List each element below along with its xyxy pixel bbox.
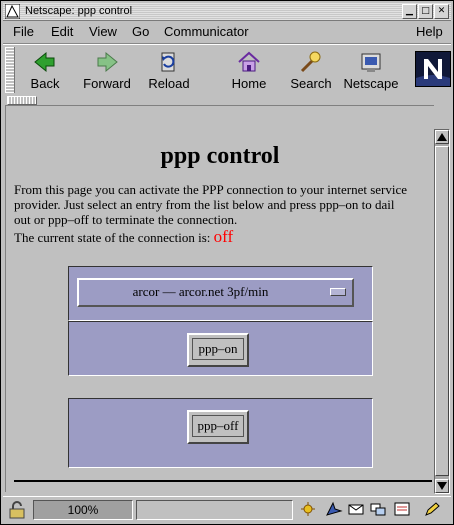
ppp-off-label: ppp–off — [192, 415, 244, 437]
window-title: Netscape: ppp control — [25, 5, 133, 17]
provider-select[interactable]: arcor –– arcor.net 3pf/min — [77, 278, 354, 307]
netscape-app-icon[interactable] — [5, 4, 20, 19]
menu-edit[interactable]: Edit — [51, 24, 73, 40]
close-button[interactable]: ✕ — [434, 4, 449, 19]
close-icon: ✕ — [437, 6, 446, 16]
connection-state-value: off — [213, 227, 234, 246]
menu-help[interactable]: Help — [416, 24, 443, 40]
maximize-icon: □ — [421, 6, 430, 16]
scroll-up-icon — [437, 133, 447, 141]
menu-communicator[interactable]: Communicator — [164, 24, 249, 40]
horizontal-rule — [14, 480, 432, 482]
scroll-up-button[interactable] — [435, 130, 449, 144]
search-label: Search — [290, 76, 332, 91]
home-button[interactable]: Home — [221, 47, 277, 93]
ppp-off-cell: ppp–off — [68, 398, 373, 468]
security-lock-icon[interactable] — [7, 500, 27, 520]
ppp-on-button[interactable]: ppp–on — [187, 333, 249, 367]
back-label: Back — [30, 76, 60, 91]
title-bar[interactable]: Netscape: ppp control ▁ □ ✕ — [3, 3, 451, 21]
scroll-thumb[interactable] — [435, 146, 449, 476]
toolbar-grip[interactable] — [5, 47, 15, 93]
menu-bar: File Edit View Go Communicator Help — [3, 21, 451, 44]
intro-text: From this page you can activate the PPP … — [14, 182, 408, 227]
search-icon — [300, 51, 321, 73]
ppp-on-cell: ppp–on — [68, 321, 373, 376]
status-message — [136, 500, 293, 520]
search-button[interactable]: Search — [283, 47, 339, 93]
edit-page-icon[interactable] — [423, 501, 441, 517]
navigator-icon[interactable] — [325, 501, 343, 517]
scroll-down-icon — [437, 482, 447, 490]
reload-button[interactable]: Reload — [141, 47, 197, 93]
netscape-label: Netscape — [343, 76, 399, 91]
netscape-button[interactable]: Netscape — [343, 47, 399, 93]
menu-view[interactable]: View — [89, 24, 117, 40]
scroll-down-button[interactable] — [435, 479, 449, 493]
home-icon — [238, 51, 260, 72]
home-label: Home — [231, 76, 267, 91]
location-bar-grip[interactable] — [7, 96, 37, 105]
browser-window: Netscape: ppp control ▁ □ ✕ File Edit Vi… — [0, 0, 454, 525]
minimize-icon: ▁ — [406, 6, 413, 16]
dropdown-arrow-icon — [330, 288, 346, 296]
zoom-level: 100% — [33, 500, 133, 520]
menu-go[interactable]: Go — [132, 24, 149, 40]
minimize-button[interactable]: ▁ — [402, 4, 417, 19]
provider-select-cell: arcor –– arcor.net 3pf/min — [68, 266, 373, 321]
navigation-toolbar: Back Forward Reload Home Search Netscape — [3, 44, 451, 95]
maximize-button[interactable]: □ — [418, 4, 433, 19]
page-title: ppp control — [160, 143, 280, 169]
forward-arrow-icon — [97, 51, 118, 73]
my-netscape-icon — [361, 53, 381, 72]
activity-indicator-icon — [301, 502, 315, 516]
connection-state-label: The current state of the connection is: — [14, 230, 211, 245]
forward-button[interactable]: Forward — [79, 47, 135, 93]
newsgroups-icon[interactable] — [369, 501, 387, 517]
vertical-scrollbar[interactable] — [434, 129, 450, 494]
mail-icon[interactable] — [347, 501, 365, 517]
connection-state-line: The current state of the connection is: … — [14, 228, 233, 247]
forward-label: Forward — [83, 76, 131, 91]
page-content: ppp control From this page you can activ… — [5, 105, 434, 492]
ppp-off-button[interactable]: ppp–off — [187, 410, 249, 444]
back-arrow-icon — [34, 51, 55, 73]
netscape-logo-icon[interactable] — [415, 51, 451, 87]
provider-select-value: arcor –– arcor.net 3pf/min — [132, 284, 269, 299]
ppp-on-label: ppp–on — [192, 338, 244, 360]
status-bar: 100% — [3, 496, 451, 523]
back-button[interactable]: Back — [17, 47, 73, 93]
menu-file[interactable]: File — [13, 24, 34, 40]
reload-label: Reload — [148, 76, 190, 91]
reload-icon — [161, 52, 175, 72]
composer-icon[interactable] — [393, 501, 411, 517]
